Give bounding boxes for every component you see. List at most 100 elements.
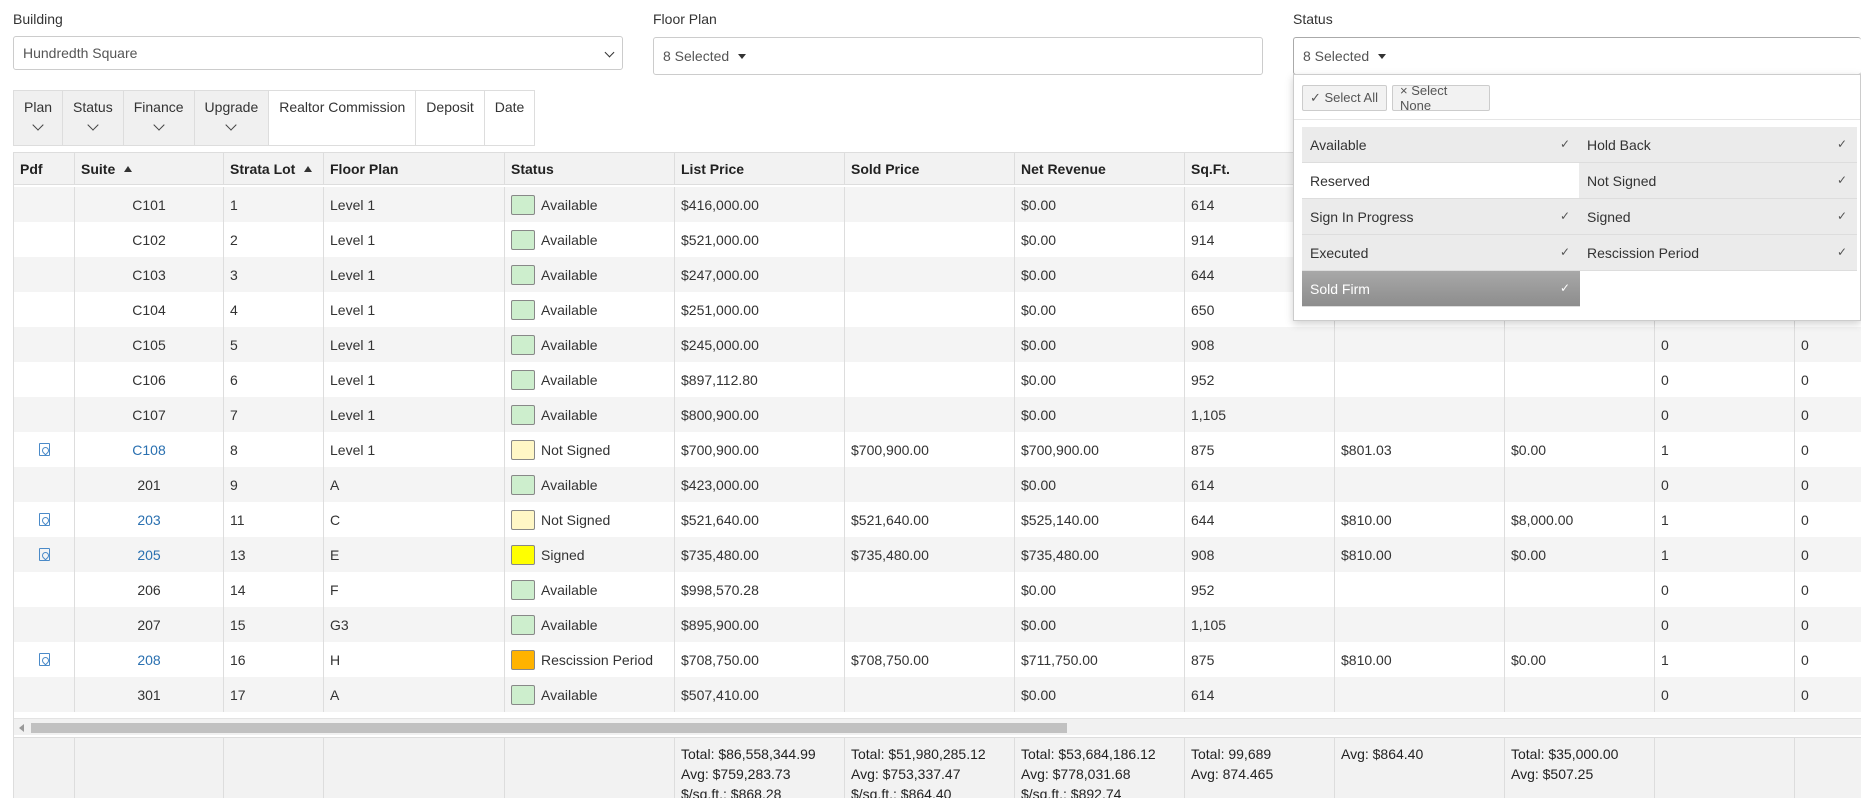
cell-text: Level 1 — [330, 371, 376, 388]
cell-pdf[interactable] — [14, 642, 75, 677]
table-row[interactable]: C108 8 Level 1 Not Signed $700,900.00 $700,90… — [14, 432, 1861, 467]
pdf-file-icon[interactable] — [38, 513, 50, 526]
status-text: Not Signed — [541, 441, 611, 458]
column-header-list-price[interactable]: List Price — [675, 153, 845, 184]
status-option-sign-in-progress[interactable]: Sign In Progress ✓ — [1302, 199, 1580, 235]
column-header-suite[interactable]: Suite — [75, 153, 224, 184]
column-header-sold-price[interactable]: Sold Price — [845, 153, 1015, 184]
column-header-strata-lot[interactable]: Strata Lot — [224, 153, 324, 184]
cell-net: $735,480.00 — [1015, 537, 1185, 572]
cell-pdf[interactable] — [14, 432, 75, 467]
cell-lot: 7 — [224, 397, 324, 432]
status-option-available[interactable]: Available ✓ — [1302, 127, 1580, 163]
cell-list: $895,900.00 — [675, 607, 845, 642]
cell-suite: 201 — [75, 467, 224, 502]
table-row[interactable]: 301 17 A Available $507,410.00 $0.00 614 0 0 — [14, 677, 1861, 712]
status-option-not-signed[interactable]: Not Signed ✓ — [1579, 163, 1857, 199]
table-row[interactable]: C105 5 Level 1 Available $245,000.00 $0.00 908… — [14, 327, 1861, 362]
cell-net: $0.00 — [1015, 467, 1185, 502]
cell-plan: Level 1 — [324, 292, 505, 327]
select-none-button[interactable]: × Select None — [1392, 83, 1490, 113]
suite-link[interactable]: 203 — [137, 512, 160, 528]
footer-cell-plan — [324, 738, 505, 798]
chevron-down-icon — [87, 119, 99, 131]
cell-sqft: 952 — [1185, 362, 1335, 397]
table-row[interactable]: 206 14 F Available $998,570.28 $0.00 952 0 0 — [14, 572, 1861, 607]
table-row[interactable]: 208 16 H Rescission Period $708,750.00 $708,7… — [14, 642, 1861, 677]
toggle-status[interactable]: Status — [63, 91, 124, 145]
footer-stat: Total: $53,684,186.12 — [1021, 746, 1156, 762]
status-select[interactable]: 8 Selected — [1293, 37, 1861, 75]
status-option-reserved[interactable]: Reserved — [1302, 163, 1580, 199]
cell-list: $998,570.28 — [675, 572, 845, 607]
cell-sqft: 952 — [1185, 572, 1335, 607]
pdf-file-icon[interactable] — [38, 443, 50, 456]
cell-suite: C105 — [75, 327, 224, 362]
cell-text: 3 — [230, 266, 238, 283]
cell-text: $0.00 — [1021, 231, 1057, 248]
pdf-file-icon[interactable] — [38, 653, 50, 666]
toggle-date[interactable]: Date — [485, 91, 535, 145]
cell-sold — [845, 257, 1015, 292]
cell-status: Available — [505, 257, 675, 292]
cell-suite: C107 — [75, 397, 224, 432]
footer-stat: Avg: $778,031.68 — [1021, 766, 1131, 782]
table-row[interactable]: 207 15 G3 Available $895,900.00 $0.00 1,105 0 0 — [14, 607, 1861, 642]
caret-down-icon — [1378, 53, 1387, 59]
cell-text: $810.00 — [1341, 511, 1392, 528]
cell-sold — [845, 397, 1015, 432]
cell-c12: 0 — [1795, 642, 1861, 677]
select-all-button[interactable]: ✓ Select All — [1302, 85, 1387, 111]
cell-text: 0 — [1801, 441, 1809, 458]
toggle-realtor-commission[interactable]: Realtor Commission — [269, 91, 417, 145]
table-row[interactable]: 205 13 E Signed $735,480.00 $735,480.00 $735,4… — [14, 537, 1861, 572]
status-text: Available — [541, 581, 598, 598]
table-row[interactable]: C106 6 Level 1 Available $897,112.80 $0.00 952… — [14, 362, 1861, 397]
cell-lot: 11 — [224, 502, 324, 537]
table-row[interactable]: C107 7 Level 1 Available $800,900.00 $0.00 1,1… — [14, 397, 1861, 432]
status-option-sold-firm[interactable]: Sold Firm ✓ — [1302, 271, 1580, 307]
suite-link[interactable]: C108 — [132, 442, 165, 458]
cell-text: C — [330, 511, 341, 528]
cell-c9 — [1335, 677, 1505, 712]
cell-text: $735,480.00 — [851, 546, 929, 563]
toggle-deposit[interactable]: Deposit — [416, 91, 485, 145]
cell-suite: C108 — [75, 432, 224, 467]
cell-status: Available — [505, 677, 675, 712]
cell-list: $247,000.00 — [675, 257, 845, 292]
option-label: Rescission Period — [1587, 244, 1700, 261]
floorplan-select[interactable]: 8 Selected — [653, 37, 1263, 75]
cell-plan: Level 1 — [324, 327, 505, 362]
column-header-net-revenue[interactable]: Net Revenue — [1015, 153, 1185, 184]
cell-sold — [845, 222, 1015, 257]
table-row[interactable]: 203 11 C Not Signed $521,640.00 $521,640.00 $5… — [14, 502, 1861, 537]
suite-number: 206 — [137, 581, 161, 598]
suite-link[interactable]: 205 — [137, 547, 160, 563]
cell-pdf[interactable] — [14, 502, 75, 537]
scrollbar-thumb[interactable] — [31, 723, 1067, 733]
status-option-hold-back[interactable]: Hold Back ✓ — [1579, 127, 1857, 163]
toggle-finance[interactable]: Finance — [123, 91, 195, 145]
footer-cell-lot — [224, 738, 324, 798]
cell-text: $708,750.00 — [681, 651, 759, 668]
cell-net: $0.00 — [1015, 292, 1185, 327]
column-header-pdf[interactable]: Pdf — [14, 153, 75, 184]
status-option-rescission-period[interactable]: Rescission Period ✓ — [1579, 235, 1857, 271]
cell-text: 644 — [1191, 511, 1215, 528]
scroll-left-arrow-icon[interactable] — [19, 724, 24, 732]
cell-pdf — [14, 327, 75, 362]
toggle-upgrade[interactable]: Upgrade — [194, 91, 270, 145]
cell-pdf[interactable] — [14, 537, 75, 572]
status-option-signed[interactable]: Signed ✓ — [1579, 199, 1857, 235]
cell-c10: $8,000.00 — [1505, 502, 1655, 537]
toggle-plan[interactable]: Plan — [14, 91, 64, 145]
status-option-executed[interactable]: Executed ✓ — [1302, 235, 1580, 271]
column-header-status[interactable]: Status — [505, 153, 675, 184]
building-select[interactable]: Hundredth Square — [13, 36, 623, 70]
suite-link[interactable]: 208 — [137, 652, 160, 668]
horizontal-scrollbar[interactable] — [14, 718, 1861, 735]
pdf-file-icon[interactable] — [38, 548, 50, 561]
cell-list: $416,000.00 — [675, 187, 845, 222]
table-row[interactable]: 201 9 A Available $423,000.00 $0.00 614 0 0 — [14, 467, 1861, 502]
column-header-floor-plan[interactable]: Floor Plan — [324, 153, 505, 184]
